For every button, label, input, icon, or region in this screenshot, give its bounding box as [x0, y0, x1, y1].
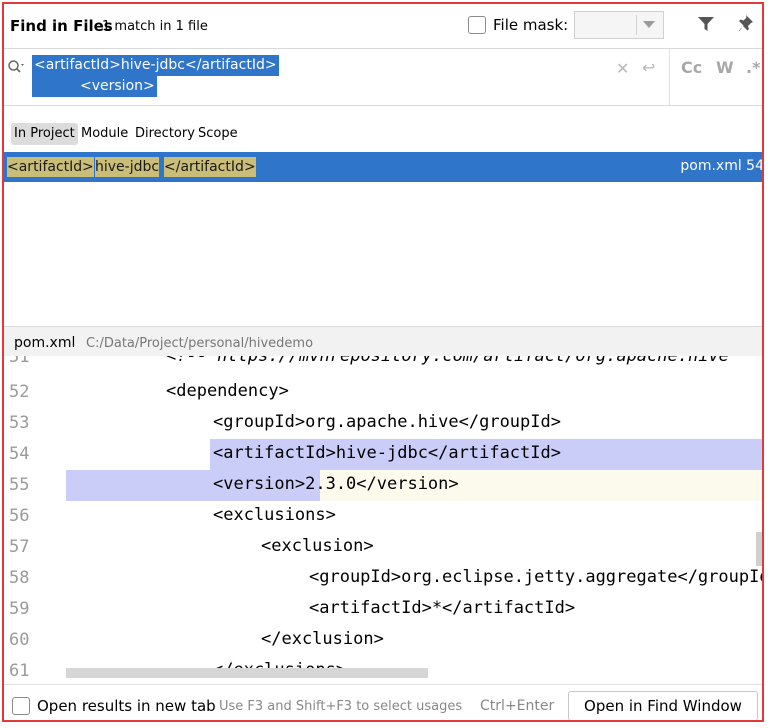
- code-preview[interactable]: 51 <!-- https://mvnrepository.com/artifa…: [4, 356, 762, 690]
- code-line: 58 <groupId>org.eclipse.jetty.aggregate<…: [4, 563, 762, 594]
- file-mask-dropdown[interactable]: [574, 11, 664, 39]
- dialog-title: Find in Files: [10, 17, 113, 35]
- regex-toggle[interactable]: .*: [746, 58, 760, 77]
- line-number: 59: [9, 599, 30, 619]
- vertical-scrollbar[interactable]: [756, 532, 762, 566]
- preview-file-name: pom.xml: [14, 335, 76, 351]
- match-segment: <artifactId: [7, 157, 83, 177]
- preview-file-path: C:/Data/Project/personal/hivedemo: [86, 336, 314, 351]
- open-in-find-window-button[interactable]: Open in Find Window: [568, 691, 758, 720]
- match-count: 1 match in 1 file: [102, 19, 208, 34]
- match-segment: >: [244, 157, 256, 177]
- line-text: <!-- https://mvnrepository.com/artifact/…: [166, 356, 729, 366]
- open-new-tab-checkbox[interactable]: [12, 697, 30, 715]
- whole-words-toggle[interactable]: W: [716, 58, 734, 77]
- tab-in-project[interactable]: In Project: [11, 123, 78, 145]
- search-query-line-2: <version>: [32, 76, 157, 97]
- code-line: 56 <exclusions>: [4, 501, 762, 532]
- line-number: 55: [9, 475, 30, 495]
- line-number: 54: [9, 444, 30, 464]
- result-file-location: pom.xml 54: [680, 158, 764, 174]
- search-icon[interactable]: [7, 59, 27, 75]
- search-query-line-1: <artifactId>hive-jdbc</artifactId>: [32, 55, 279, 76]
- pin-icon[interactable]: [738, 13, 758, 35]
- line-number: 56: [9, 506, 30, 526]
- code-line: 60 </exclusion>: [4, 625, 762, 656]
- code-line-match: 54 <artifactId>hive-jdbc</artifactId>: [4, 439, 762, 470]
- line-text: <exclusions>: [213, 505, 336, 525]
- open-new-tab-label[interactable]: Open results in new tab: [37, 697, 216, 715]
- search-area: <artifactId>hive-jdbc</artifactId> <vers…: [4, 49, 762, 106]
- line-number: 60: [9, 630, 30, 650]
- line-text: <artifactId>*</artifactId>: [309, 598, 576, 618]
- clear-search-icon[interactable]: ✕: [616, 59, 629, 78]
- line-text: <artifactId>hive-jdbc</artifactId>: [213, 443, 561, 463]
- line-text: <groupId>org.eclipse.jetty.aggregate</gr…: [309, 567, 762, 587]
- file-mask-checkbox[interactable]: [468, 16, 486, 34]
- code-line: 52 <dependency>: [4, 377, 762, 408]
- match-case-toggle[interactable]: Cc: [681, 58, 702, 77]
- preview-header: pom.xml C:/Data/Project/personal/hivedem…: [4, 326, 762, 357]
- shortcut-hint: Ctrl+Enter: [480, 698, 555, 714]
- line-number: 52: [9, 382, 30, 402]
- new-line-icon[interactable]: ↩: [642, 58, 655, 77]
- code-line: 53 <groupId>org.apache.hive</groupId>: [4, 408, 762, 439]
- file-mask-label[interactable]: File mask:: [493, 16, 568, 34]
- tab-directory[interactable]: Directory: [132, 123, 198, 145]
- line-number: 61: [9, 661, 30, 681]
- chevron-down-icon: [643, 21, 655, 28]
- match-segment: >: [82, 157, 94, 177]
- line-text: <exclusion>: [261, 536, 374, 556]
- match-segment: hive-jdbc: [95, 157, 160, 177]
- scope-tabs: In Project Module Directory Scope: [4, 106, 762, 154]
- tab-scope[interactable]: Scope: [195, 123, 241, 145]
- code-line: 59 <artifactId>*</artifactId>: [4, 594, 762, 625]
- find-in-files-dialog: Find in Files 1 match in 1 file File mas…: [2, 2, 764, 722]
- line-text: <dependency>: [166, 381, 289, 401]
- code-line: 57 <exclusion>: [4, 532, 762, 563]
- filter-icon[interactable]: [696, 14, 716, 34]
- match-segment: </artifactId: [164, 157, 244, 177]
- horizontal-scrollbar[interactable]: [66, 668, 428, 678]
- code-line: 51 <!-- https://mvnrepository.com/artifa…: [4, 356, 762, 373]
- result-row[interactable]: <artifactId > hive-jdbc </artifactId > p…: [4, 152, 762, 182]
- code-line-current: 55 <version>2.3.0</version>: [4, 470, 762, 501]
- dialog-footer: Open results in new tab Use F3 and Shift…: [4, 684, 762, 720]
- line-text: </exclusion>: [261, 629, 384, 649]
- line-text: <version>2.3.0</version>: [213, 474, 459, 494]
- navigation-hint: Use F3 and Shift+F3 to select usages: [219, 699, 463, 714]
- line-number: 58: [9, 568, 30, 588]
- line-number: 57: [9, 537, 30, 557]
- search-query-input[interactable]: <artifactId>hive-jdbc</artifactId> <vers…: [32, 55, 279, 97]
- tab-module[interactable]: Module: [78, 123, 131, 145]
- dialog-header: Find in Files 1 match in 1 file File mas…: [4, 4, 762, 49]
- line-text: <groupId>org.apache.hive</groupId>: [213, 412, 561, 432]
- line-number: 53: [9, 413, 30, 433]
- line-number: 51: [9, 356, 30, 367]
